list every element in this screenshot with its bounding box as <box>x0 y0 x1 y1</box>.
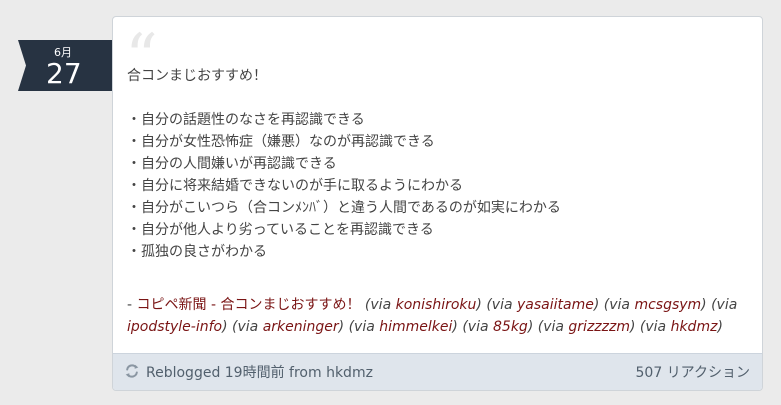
quote-source: - コピペ新聞 - 合コンまじおすすめ！ (via konishiroku) (… <box>127 294 749 338</box>
quote-line: ・自分の話題性のなさを再認識できる <box>127 112 365 128</box>
reblog-info: Reblogged 19時間前 from hkdmz <box>146 362 373 382</box>
quote-line: ・自分に将来結婚できないのが手に取るようにわかる <box>127 178 463 194</box>
reblog-icon <box>125 364 139 378</box>
via-link[interactable]: 85kg <box>493 319 528 335</box>
via-label: via <box>370 297 392 313</box>
source-prefix: - <box>127 297 137 313</box>
via-link[interactable]: grizzzzm <box>568 319 630 335</box>
via-label: via <box>237 319 259 335</box>
source-link[interactable]: コピペ新聞 - 合コンまじおすすめ！ <box>137 297 361 313</box>
via-label: via <box>467 319 489 335</box>
via-link[interactable]: ipodstyle-info <box>127 319 222 335</box>
quote-line: ・自分の人間嫌いが再認識できる <box>127 156 337 172</box>
via-label: via <box>543 319 564 335</box>
via-link[interactable]: hkdmz <box>671 319 718 335</box>
post-footer: Reblogged 19時間前 from hkdmz 507 リアクション <box>113 353 762 390</box>
via-link[interactable]: mcsgsym <box>634 297 701 313</box>
via-label: via <box>354 319 375 335</box>
quote-text: 合コンまじおすすめ！ ・自分の話題性のなさを再認識できる ・自分が女性恐怖症（嫌… <box>127 65 749 263</box>
post-date-day: 27 <box>46 57 82 90</box>
via-label: via <box>609 297 630 313</box>
quote-line: 合コンまじおすすめ！ <box>127 68 267 84</box>
via-link[interactable]: yasaiitame <box>517 297 594 313</box>
reblog-label: Reblogged 19時間前 from <box>146 365 327 381</box>
via-link[interactable]: arkeninger <box>263 319 339 335</box>
reactions-link[interactable]: 507 リアクション <box>636 362 750 382</box>
via-label: via <box>716 297 738 313</box>
quote-line: ・自分がこいつら（合コンﾒﾝﾊﾞ）と違う人間であるのが如実にわかる <box>127 200 561 216</box>
quote-spacer <box>127 87 749 109</box>
via-label: via <box>491 297 513 313</box>
quote-line: ・自分が他人より劣っていることを再認識できる <box>127 222 434 238</box>
via-label: via <box>645 319 667 335</box>
via-link[interactable]: konishiroku <box>396 297 477 313</box>
quote-line: ・自分が女性恐怖症（嫌悪）なのが再認識できる <box>127 134 435 150</box>
quote-line: ・孤独の良さがわかる <box>127 244 267 260</box>
reblog-user-link[interactable]: hkdmz <box>326 365 373 381</box>
via-link[interactable]: himmelkei <box>379 319 452 335</box>
post-date-flag: 6月 27 <box>18 40 112 91</box>
post-card: “ 合コンまじおすすめ！ ・自分の話題性のなさを再認識できる ・自分が女性恐怖症… <box>112 16 763 391</box>
